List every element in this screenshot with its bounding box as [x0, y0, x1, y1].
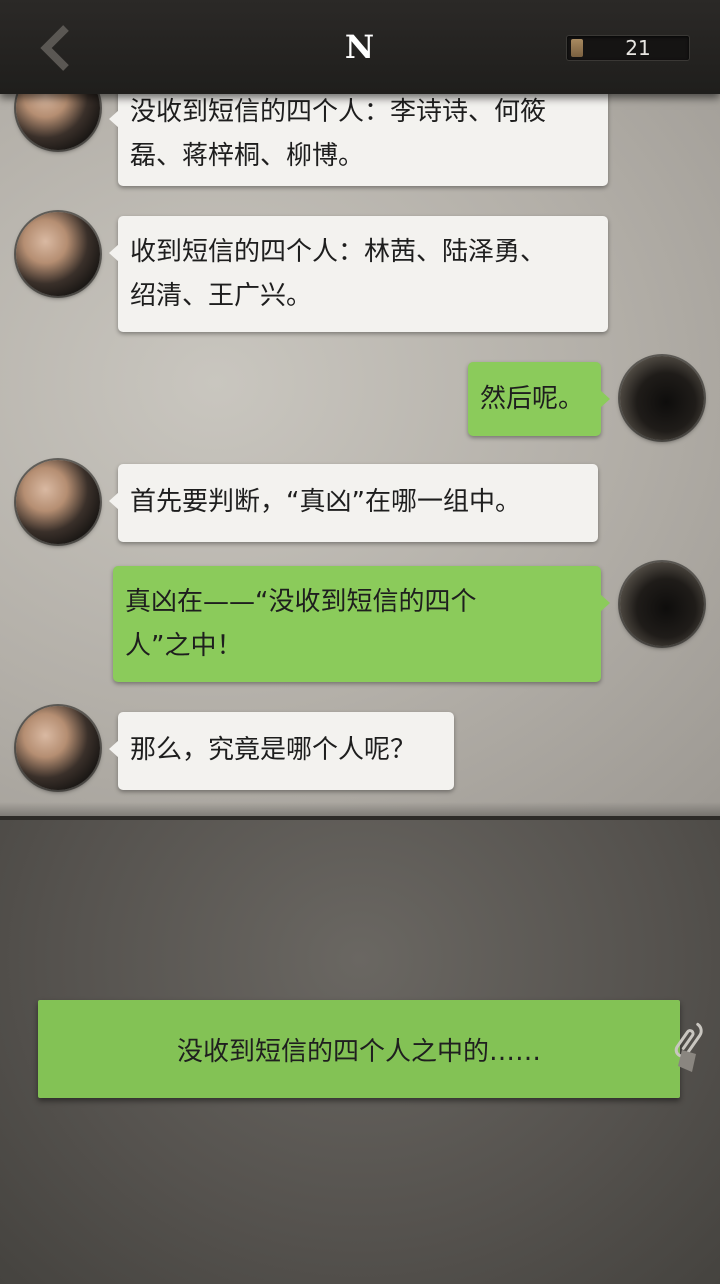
reply-option-button[interactable]: 没收到短信的四个人之中的……: [38, 1000, 680, 1098]
message-line: 收到短信的四个人：林茜、陆泽勇、: [130, 237, 547, 267]
message-line: 绍清、王广兴。: [130, 281, 313, 311]
avatar[interactable]: [16, 460, 100, 544]
chat-bubble-right: 真凶在——“没收到短信的四个 人”之中！: [113, 566, 610, 682]
message-line: 那么，究竟是哪个人呢？: [130, 735, 417, 765]
avatar[interactable]: [620, 562, 704, 646]
chat-bubble-left: 没收到短信的四个人：李诗诗、何筱 磊、蒋梓桐、柳博。: [109, 94, 608, 186]
paperclip-icon: [674, 1022, 703, 1072]
reply-option-label: 没收到短信的四个人之中的……: [176, 1036, 541, 1067]
top-bar: N 21: [0, 0, 720, 94]
avatar[interactable]: [16, 706, 100, 790]
chat-bubble-left: 收到短信的四个人：林茜、陆泽勇、 绍清、王广兴。: [109, 216, 608, 332]
chat-bubble-left: 那么，究竟是哪个人呢？: [109, 712, 454, 790]
message-line: 然后呢。: [480, 384, 585, 414]
bookmark-icon: [571, 39, 583, 57]
message-line: 真凶在——“没收到短信的四个: [125, 587, 477, 617]
counter-badge: 21: [566, 35, 690, 61]
avatar[interactable]: [16, 212, 100, 296]
message-line: 首先要判断，“真凶”在哪一组中。: [130, 487, 521, 517]
chat-bubble-right: 然后呢。: [468, 362, 610, 436]
reply-panel: 没收到短信的四个人之中的……: [0, 816, 720, 1284]
message-line: 磊、蒋梓桐、柳博。: [130, 141, 365, 171]
message-line: 没收到短信的四个人：李诗诗、何筱: [130, 97, 547, 127]
avatar[interactable]: [620, 356, 704, 440]
message-line: 人”之中！: [125, 631, 243, 661]
avatar[interactable]: [16, 94, 100, 150]
counter-value: 21: [625, 36, 651, 60]
chat-bubble-left: 首先要判断，“真凶”在哪一组中。: [109, 464, 598, 542]
chat-log[interactable]: 没收到短信的四个人：李诗诗、何筱 磊、蒋梓桐、柳博。 收到短信的四个人：林茜、陆…: [0, 94, 720, 816]
